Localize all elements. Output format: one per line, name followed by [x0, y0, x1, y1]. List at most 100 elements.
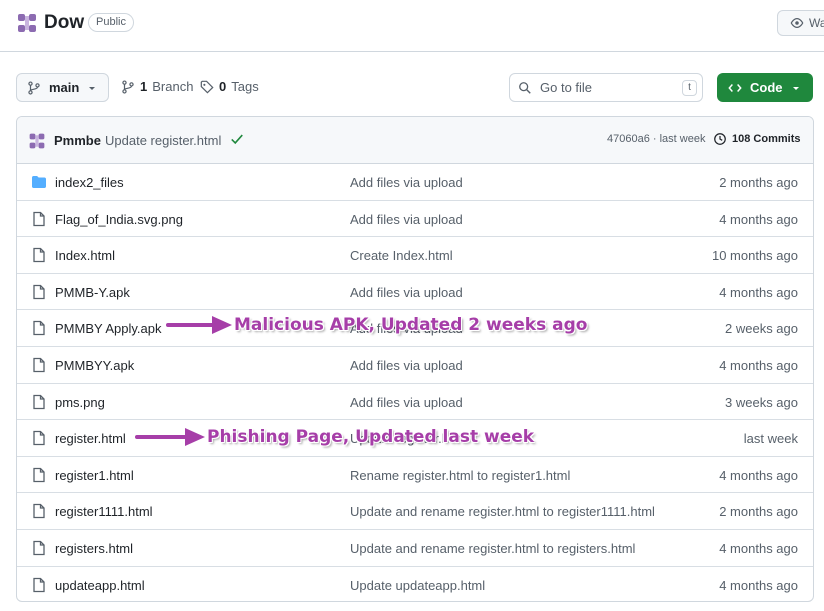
- file-name[interactable]: register1.html: [55, 468, 134, 483]
- file-row[interactable]: Flag_of_India.svg.png Add files via uploa…: [17, 201, 813, 238]
- branch-select-button[interactable]: main: [16, 73, 109, 102]
- branch-name: main: [49, 80, 80, 95]
- file-commit-message[interactable]: Add files via upload: [350, 358, 463, 373]
- file-updated-time: 4 months ago: [719, 357, 798, 373]
- file-commit-message[interactable]: Rename register.html to register1.html: [350, 468, 570, 483]
- file-icon: [33, 211, 45, 226]
- caret-down-icon: [89, 86, 96, 90]
- file-updated-time: last week: [743, 431, 798, 447]
- file-commit-message[interactable]: Update and rename register.html to regis…: [350, 541, 635, 556]
- branches-link[interactable]: 1 Branch: [121, 79, 193, 94]
- commits-label: 108 Commits: [732, 133, 801, 145]
- repo-name[interactable]: Dow: [44, 12, 84, 34]
- apk-annotation-text: Malicious APK, Updated 2 weeks ago: [234, 315, 588, 335]
- visibility-badge: Public: [88, 13, 134, 32]
- file-row[interactable]: updateapp.html Update updateapp.html 4 mon…: [17, 567, 813, 601]
- git-branch-icon: [28, 80, 40, 95]
- file-name[interactable]: register.html: [55, 431, 126, 446]
- code-label: Code: [750, 80, 783, 95]
- file-icon: [33, 357, 45, 373]
- commit-author[interactable]: Pmmbe: [54, 133, 101, 148]
- tag-icon: [200, 80, 214, 94]
- file-row[interactable]: index2_files Add files via upload 2 months…: [17, 164, 813, 201]
- file-updated-time: 4 months ago: [719, 467, 798, 483]
- commit-message[interactable]: Update register.html: [105, 133, 221, 148]
- code-button[interactable]: Code: [717, 73, 813, 102]
- arrow-right-icon: [166, 316, 232, 334]
- file-icon: [33, 284, 45, 299]
- file-table: Pmmbe Update register.html 47060a6 · las…: [16, 116, 814, 602]
- file-updated-time: 4 months ago: [719, 540, 798, 556]
- file-row[interactable]: register1.html Rename register.html to re…: [17, 457, 813, 494]
- search-icon: [519, 81, 531, 94]
- file-name[interactable]: updateapp.html: [55, 578, 145, 593]
- commits-link[interactable]: 108 Commits: [713, 132, 800, 146]
- file-commit-message[interactable]: Update updateapp.html: [350, 578, 485, 593]
- branch-label: Branch: [152, 79, 194, 94]
- file-name[interactable]: PMMBY Apply.apk: [55, 321, 161, 336]
- file-commit-message[interactable]: Add files via upload: [350, 212, 463, 227]
- file-updated-time: 2 weeks ago: [725, 321, 798, 337]
- file-updated-time: 2 months ago: [719, 175, 798, 190]
- tags-link[interactable]: 0 Tags: [200, 79, 259, 94]
- file-icon: [33, 540, 45, 556]
- commit-meta[interactable]: 47060a6 · last week: [607, 133, 705, 145]
- watch-button[interactable]: Wa: [777, 10, 824, 36]
- file-row[interactable]: PMMB-Y.apk Add files via upload 4 months a…: [17, 274, 813, 311]
- file-row[interactable]: PMMBYY.apk Add files via upload 4 months a…: [17, 347, 813, 384]
- repo-header: Dow Public Wa: [0, 0, 824, 52]
- arrow-right-icon: [135, 428, 205, 446]
- code-icon: [728, 83, 742, 92]
- file-icon: [33, 577, 45, 592]
- file-row[interactable]: register1111.html Update and rename regis…: [17, 493, 813, 530]
- file-commit-message[interactable]: Create Index.html: [350, 248, 453, 263]
- file-updated-time: 4 months ago: [719, 284, 798, 300]
- file-name[interactable]: register1111.html: [55, 504, 153, 519]
- file-icon: [33, 248, 45, 263]
- file-commit-message[interactable]: Update and rename register.html to regis…: [350, 504, 655, 519]
- file-name[interactable]: Flag_of_India.svg.png: [55, 212, 183, 227]
- file-updated-time: 3 weeks ago: [725, 394, 798, 410]
- watch-label: Wa: [809, 16, 824, 30]
- go-to-file-input[interactable]: Go to file t: [509, 73, 703, 102]
- file-name[interactable]: index2_files: [55, 175, 124, 190]
- file-commit-message[interactable]: Add files via upload: [350, 175, 463, 190]
- file-updated-time: 4 months ago: [719, 211, 798, 227]
- file-updated-time: 10 months ago: [711, 248, 798, 264]
- file-icon: [33, 394, 45, 409]
- file-row[interactable]: Index.html Create Index.html 10 months ago: [17, 237, 813, 274]
- git-branch-icon: [122, 79, 134, 94]
- file-row[interactable]: pms.png Add files via upload 3 weeks ago: [17, 384, 813, 421]
- check-icon[interactable]: [230, 132, 244, 146]
- file-updated-time: 2 months ago: [719, 504, 798, 520]
- branch-count: 1: [140, 79, 148, 94]
- file-icon: [33, 504, 45, 519]
- phishing-annotation: Phishing Page, Updated last week: [135, 424, 534, 450]
- history-icon: [714, 133, 726, 145]
- file-icon: [33, 431, 45, 446]
- shortcut-key: t: [682, 80, 697, 96]
- file-name[interactable]: pms.png: [55, 395, 105, 410]
- file-name[interactable]: PMMBYY.apk: [55, 358, 134, 373]
- caret-down-icon: [792, 86, 799, 90]
- file-name[interactable]: PMMB-Y.apk: [55, 285, 130, 300]
- file-icon: [33, 321, 45, 336]
- apk-annotation: Malicious APK, Updated 2 weeks ago: [166, 312, 587, 338]
- folder-icon: [32, 176, 46, 188]
- file-row[interactable]: registers.html Update and rename register…: [17, 530, 813, 567]
- tag-count: 0: [219, 79, 227, 94]
- file-commit-message[interactable]: Add files via upload: [350, 395, 463, 410]
- tag-label: Tags: [231, 79, 259, 94]
- phishing-annotation-text: Phishing Page, Updated last week: [207, 427, 535, 447]
- author-avatar-icon[interactable]: [28, 132, 46, 150]
- file-icon: [33, 467, 45, 482]
- file-list: index2_files Add files via upload 2 months…: [17, 164, 813, 601]
- repo-owner-avatar-icon[interactable]: [16, 12, 38, 34]
- search-placeholder: Go to file: [540, 80, 593, 95]
- file-name[interactable]: registers.html: [55, 541, 133, 556]
- eye-icon: [790, 18, 804, 28]
- latest-commit-bar: Pmmbe Update register.html 47060a6 · las…: [17, 117, 813, 164]
- file-name[interactable]: Index.html: [55, 248, 115, 263]
- file-updated-time: 4 months ago: [719, 577, 798, 593]
- file-commit-message[interactable]: Add files via upload: [350, 285, 463, 300]
